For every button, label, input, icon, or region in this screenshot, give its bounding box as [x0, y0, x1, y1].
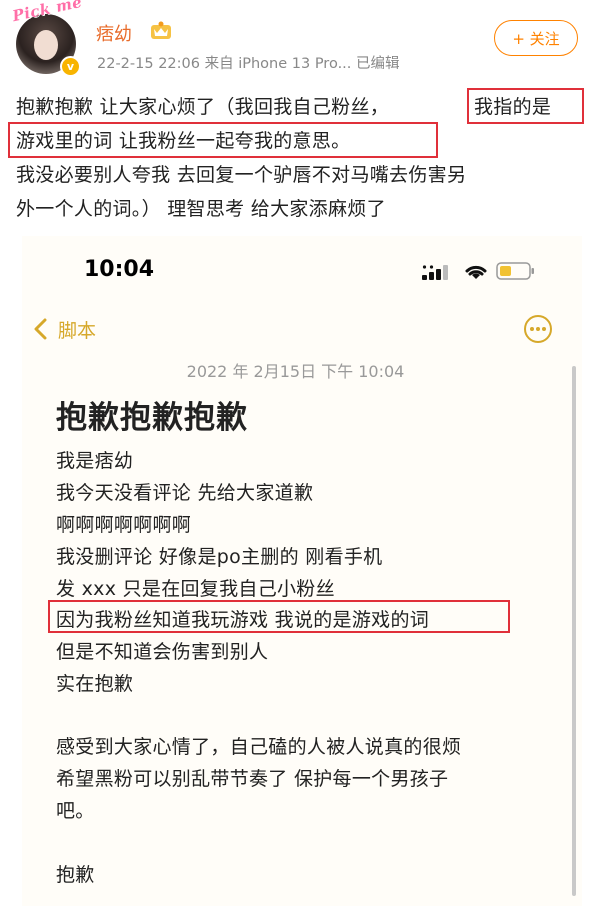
back-button-label[interactable]: 脚本	[58, 316, 96, 343]
status-bar-time: 10:04	[84, 257, 155, 282]
post-text-line-1b: 我指的是	[474, 96, 552, 118]
post-text-line-1: 抱歉抱歉 让大家心烦了（我回我自己粉丝，	[16, 96, 390, 118]
post-text-line-2: 游戏里的词 让我粉丝一起夸我的意思。	[16, 130, 351, 152]
note-line: 实在抱歉	[56, 673, 134, 695]
note-line: 我是痞幼	[56, 450, 134, 472]
wifi-icon	[465, 265, 487, 279]
verified-badge-icon: v	[60, 56, 81, 77]
note-line: 我没删评论 好像是po主删的 刚看手机	[56, 546, 383, 568]
note-line: 抱歉	[56, 864, 95, 886]
note-line: 但是不知道会伤害到别人	[56, 641, 269, 663]
note-line: 发 xxx 只是在回复我自己小粉丝	[56, 578, 335, 600]
note-line: 我今天没看评论 先给大家道歉	[56, 482, 314, 504]
signal-icon	[422, 265, 448, 280]
note-line-highlighted: 因为我粉丝知道我玩游戏 我说的是游戏的词	[56, 609, 430, 631]
follow-button[interactable]: + 关注	[494, 20, 578, 56]
post-text-line-3: 我没必要别人夸我 去回复一个驴唇不对马嘴去伤害另	[16, 164, 467, 186]
vip-crown-icon	[151, 21, 171, 39]
back-chevron-icon[interactable]	[33, 318, 47, 340]
note-line: 希望黑粉可以别乱带节奏了 保护每一个男孩子	[56, 768, 449, 790]
username[interactable]: 痞幼	[96, 20, 132, 46]
note-line: 吧。	[56, 800, 95, 822]
battery-icon	[496, 262, 534, 280]
note-line: 感受到大家心情了，自己磕的人被人说真的很烦	[56, 736, 462, 758]
post-meta: 22-2-15 22:06 来自 iPhone 13 Pro... 已编辑	[97, 56, 400, 72]
embedded-screenshot	[22, 236, 582, 906]
more-options-icon[interactable]	[523, 314, 553, 344]
post-text-line-4: 外一个人的词。） 理智思考 给大家添麻烦了	[16, 198, 386, 220]
note-date: 2022 年 2月15日 下午 10:04	[186, 362, 405, 381]
note-line: 啊啊啊啊啊啊啊	[56, 514, 192, 536]
note-title: 抱歉抱歉抱歉	[56, 400, 248, 436]
scrollbar[interactable]	[572, 366, 576, 896]
